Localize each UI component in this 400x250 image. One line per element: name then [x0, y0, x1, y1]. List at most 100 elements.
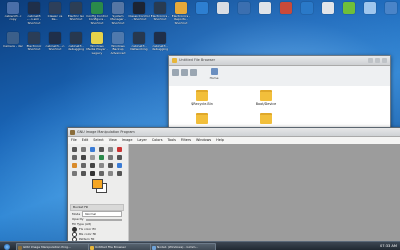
desktop-icon[interactable]: Classic vs Re... [44, 2, 66, 22]
tool-button[interactable] [106, 146, 114, 153]
tool-button[interactable] [97, 162, 105, 169]
desktop-icon[interactable]: Electronics - Reports - Shortcut [170, 2, 192, 25]
tool-button[interactable] [115, 170, 123, 177]
gimp-titlebar[interactable]: GNU Image Manipulation Program [68, 128, 400, 137]
tool-button[interactable] [106, 170, 114, 177]
desktop-icon[interactable] [338, 2, 360, 15]
menu-colors[interactable]: Colors [152, 137, 163, 144]
tool-button[interactable] [70, 146, 78, 153]
desktop-icon[interactable] [359, 2, 381, 15]
foreground-color-swatch[interactable] [92, 179, 103, 189]
tool-button[interactable] [97, 146, 105, 153]
shortcut-icon [154, 2, 166, 14]
minimize-icon[interactable] [368, 58, 373, 63]
tool-button[interactable] [88, 154, 96, 161]
opacity-slider[interactable] [85, 218, 122, 221]
tool-button[interactable] [88, 146, 96, 153]
start-button[interactable] [1, 243, 13, 250]
menu-help[interactable]: Help [216, 137, 224, 144]
back-icon[interactable] [172, 69, 179, 76]
tool-button[interactable] [97, 170, 105, 177]
image-canvas-area[interactable] [129, 144, 400, 241]
taskbar-item-gimp[interactable]: GNU Image Manipulation Prog... [16, 243, 92, 250]
menu-windows[interactable]: Windows [196, 137, 211, 144]
folder-item[interactable]: Boot/Device [251, 90, 281, 106]
maximize-icon[interactable] [375, 58, 380, 63]
tool-button[interactable] [70, 154, 78, 161]
menu-file[interactable]: File [71, 137, 77, 144]
desktop-icon-label: ClassicControl - Shortcut [128, 14, 150, 22]
shortcut-icon [217, 2, 229, 14]
desktop-icon[interactable]: cabient3...l copy [2, 2, 24, 22]
taskbar-item-file-browser[interactable]: Untitled File Browser [88, 243, 154, 250]
menu-edit[interactable]: Edit [82, 137, 89, 144]
fg-bg-color-swatches[interactable] [90, 177, 107, 193]
menu-select[interactable]: Select [93, 137, 103, 144]
mode-select[interactable]: Normal [82, 211, 122, 217]
shortcut-icon [28, 32, 40, 44]
desktop-icon[interactable]: Electronics - Shortcut [149, 2, 171, 22]
desktop-icon[interactable]: Electronic Shortcut [23, 32, 45, 52]
desktop-icon[interactable]: cabinet3-...n Shortcut [44, 32, 66, 52]
gimp-window[interactable]: GNU Image Manipulation Program File Edit… [67, 127, 400, 242]
desktop-icon[interactable]: Electric Go Shortcut [65, 2, 87, 22]
desktop-icon[interactable]: cabinet3 -...n.sim - Shortcut [23, 2, 45, 25]
file-browser-titlebar[interactable]: Untitled File Browser [169, 56, 390, 66]
shortcut-icon [175, 2, 187, 14]
shortcut-icon [364, 2, 376, 14]
tool-button[interactable] [115, 162, 123, 169]
tool-options: Bucket Fill Mode Normal Opacity Fill Typ… [70, 204, 124, 242]
tool-button[interactable] [97, 154, 105, 161]
menu-tools[interactable]: Tools [168, 137, 176, 144]
tool-button[interactable] [79, 170, 87, 177]
desktop-icon[interactable] [191, 2, 213, 15]
folder-item[interactable] [187, 113, 217, 125]
window-icon [152, 245, 156, 250]
tool-button[interactable] [106, 154, 114, 161]
forward-icon[interactable] [181, 69, 188, 76]
desktop-icon[interactable]: Camera - dar [2, 32, 24, 48]
tool-button[interactable] [70, 170, 78, 177]
home-button[interactable]: Home [207, 68, 221, 84]
color-picker-icon [116, 155, 122, 160]
start-orb-icon [4, 243, 10, 250]
desktop-icon[interactable] [212, 2, 234, 15]
desktop-icon[interactable]: cabinet3 - debugging [149, 32, 171, 52]
free-select-icon [89, 147, 95, 152]
desktop-icon[interactable]: cabinet3 - Networking [128, 32, 150, 52]
desktop-icon-label: Camera - dar [3, 44, 23, 48]
desktop-icon[interactable] [296, 2, 318, 15]
tool-button[interactable] [115, 154, 123, 161]
tool-button[interactable] [115, 146, 123, 153]
menu-layer[interactable]: Layer [137, 137, 146, 144]
menu-view[interactable]: View [109, 137, 117, 144]
desktop-icon[interactable] [254, 2, 276, 15]
desktop-icon[interactable] [275, 2, 297, 15]
desktop-icon[interactable]: Windows Media Player - Legacy [86, 32, 108, 55]
folder-item[interactable]: $Recycle.Bin [187, 90, 217, 106]
tool-button[interactable] [79, 146, 87, 153]
desktop-icon[interactable]: Config Control Configure - Shortcut [86, 2, 108, 25]
clock[interactable]: 07:33 AM [380, 242, 397, 250]
desktop-icon[interactable] [317, 2, 339, 15]
close-icon[interactable] [382, 58, 387, 63]
desktop-icon[interactable]: Windows Backup Advanced [107, 32, 129, 55]
taskbar-item-node[interactable]: Node1 (Windows) - Gimm... [150, 243, 216, 250]
menu-image[interactable]: Image [122, 137, 133, 144]
desktop-icon[interactable] [233, 2, 255, 15]
desktop-icon[interactable]: ClassicControl - Shortcut [128, 2, 150, 22]
folder-item[interactable] [251, 113, 281, 125]
tool-button[interactable] [88, 162, 96, 169]
menu-filters[interactable]: Filters [181, 137, 191, 144]
desktop-icon[interactable]: System Manager - Shortcut [107, 2, 129, 25]
up-icon[interactable] [190, 69, 197, 76]
tool-button[interactable] [79, 154, 87, 161]
taskbar-item-label: GNU Image Manipulation Prog... [23, 245, 71, 249]
gimp-toolbox: Bucket Fill Mode Normal Opacity Fill Typ… [68, 144, 129, 242]
tool-button[interactable] [88, 170, 96, 177]
desktop-icon[interactable]: cabinet3 - debugging [65, 32, 87, 52]
tool-button[interactable] [70, 162, 78, 169]
tool-button[interactable] [106, 162, 114, 169]
tool-button[interactable] [79, 162, 87, 169]
desktop-icon[interactable] [380, 2, 400, 15]
